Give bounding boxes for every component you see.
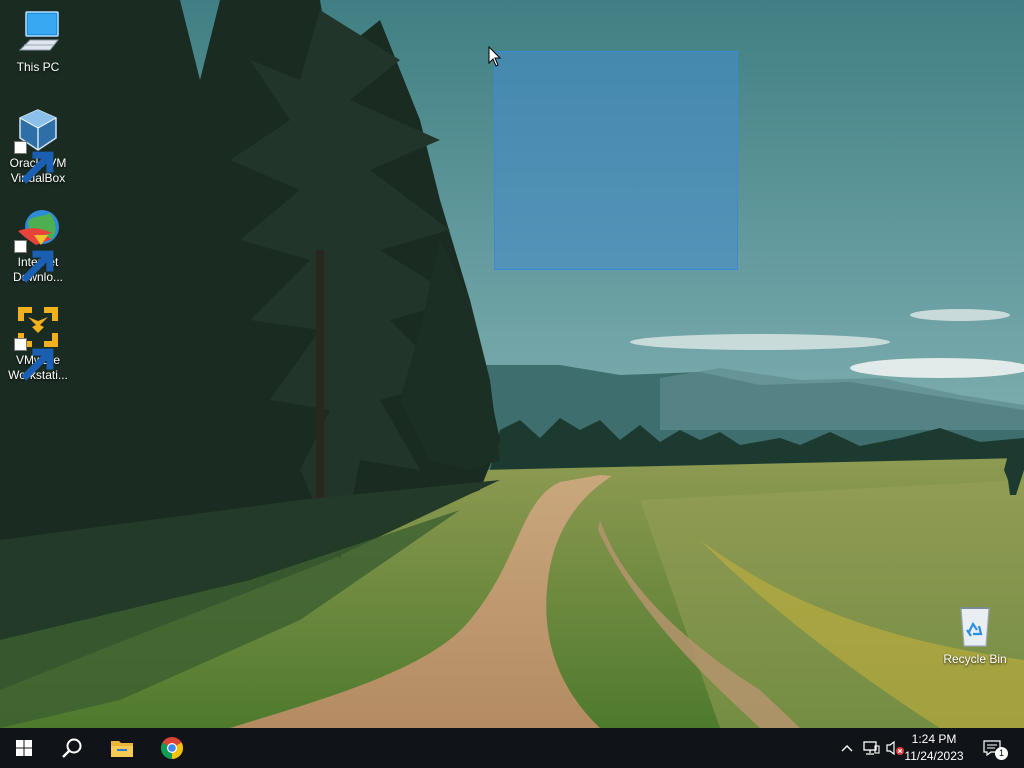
- clock-date: 11/24/2023: [904, 749, 964, 763]
- network-icon: [863, 741, 880, 755]
- chevron-up-icon: [841, 745, 853, 752]
- this-pc-label: This PC: [16, 60, 60, 74]
- clock[interactable]: 1:24 PM 11/24/2023: [900, 731, 968, 765]
- this-pc-icon[interactable]: This PC: [0, 10, 76, 75]
- recycle-bin-icon-item[interactable]: Recycle Bin: [937, 602, 1013, 667]
- recycle-bin-icon: [960, 607, 990, 647]
- network-button[interactable]: [860, 728, 882, 768]
- clock-time: 1:24 PM: [911, 732, 957, 746]
- shortcut-arrow-icon: [14, 240, 54, 283]
- recycle-bin-label: Recycle Bin: [943, 652, 1007, 666]
- computer-icon: [18, 11, 60, 51]
- desktop[interactable]: This PC Oracle VM VirtualBox Internet Do…: [0, 0, 1024, 728]
- selection-rectangle: [494, 51, 738, 270]
- windows-logo-icon: [16, 740, 32, 756]
- search-icon: [62, 738, 82, 758]
- chrome-icon: [161, 737, 183, 759]
- show-hidden-icons-button[interactable]: [837, 728, 857, 768]
- shortcut-arrow-icon: [14, 141, 54, 184]
- chrome-button[interactable]: [148, 728, 196, 768]
- taskbar: 1:24 PM 11/24/2023 1: [0, 728, 1024, 768]
- start-button[interactable]: [0, 728, 48, 768]
- vmware-workstation-icon[interactable]: VMware Workstati...: [0, 303, 76, 383]
- file-explorer-button[interactable]: [98, 728, 146, 768]
- mouse-cursor-icon: [488, 46, 502, 67]
- oracle-vm-virtualbox-icon[interactable]: Oracle VM VirtualBox: [0, 106, 76, 186]
- internet-download-manager-icon[interactable]: Internet Downlo...: [0, 205, 76, 285]
- shortcut-arrow-icon: [14, 338, 54, 381]
- folder-icon: [111, 741, 133, 757]
- search-button[interactable]: [48, 728, 96, 768]
- notification-count-badge: 1: [995, 747, 1008, 760]
